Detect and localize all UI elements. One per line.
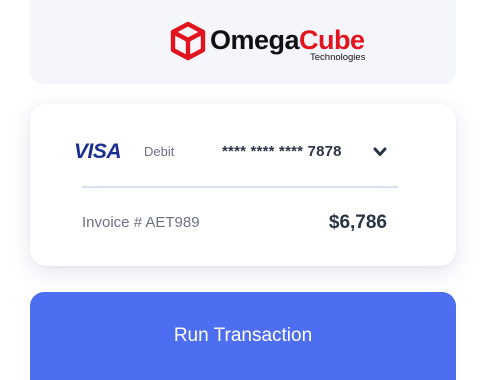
visa-logo: VISA xyxy=(74,140,122,163)
payment-card: VISA Debit **** **** **** 7878 Invoice #… xyxy=(30,104,456,266)
transaction-amount: $6,786 xyxy=(328,212,387,233)
card-type-label: Debit xyxy=(144,144,175,159)
divider xyxy=(82,186,398,188)
brand-name-cube: Cube xyxy=(299,25,365,55)
chevron-down-icon[interactable] xyxy=(373,146,387,158)
run-transaction-button[interactable]: Run Transaction xyxy=(30,292,456,380)
brand-tagline: Technologies xyxy=(310,52,366,63)
cube-logo-icon xyxy=(170,21,206,61)
brand-name-omega: Omega xyxy=(210,25,300,55)
brand-name: OmegaCube xyxy=(210,27,365,54)
run-transaction-label: Run Transaction xyxy=(173,325,313,346)
masked-card-number[interactable]: **** **** **** 7878 xyxy=(222,144,342,159)
brand-header: OmegaCube Technologies xyxy=(30,0,456,84)
invoice-number: Invoice # AET989 xyxy=(82,214,200,231)
